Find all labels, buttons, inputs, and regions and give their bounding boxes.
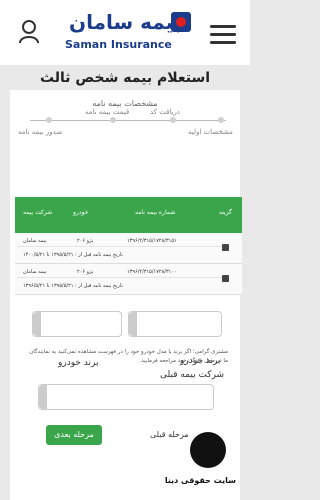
hamburger-menu-icon[interactable] [210, 25, 236, 44]
row-vehicle: پژو ۲۰۶ [77, 269, 94, 275]
select-dropdown-tab [129, 312, 137, 336]
watermark-text: سایت حقوقی دینا [164, 476, 236, 485]
row-divider [17, 277, 222, 278]
row-company: بیمه سامان [23, 238, 47, 244]
previous-insurer-select[interactable] [38, 384, 214, 410]
previous-insurer-label: شرکت بیمه قبلی [160, 370, 225, 380]
step-get-code: دریافت کد [150, 108, 181, 116]
step-dot [110, 117, 116, 123]
select-dropdown-tab [33, 312, 41, 336]
next-step-button[interactable]: مرحله بعدی [46, 425, 102, 445]
logo-text-en: Saman Insurance [65, 38, 172, 51]
row-vehicle: پژو ۲۰۶ [77, 238, 94, 244]
row-policy-number: ۱۳۹۶/۲/۳۱۵/۱۷۲۸/۳۱۰۰ [127, 269, 177, 275]
row-checkbox[interactable] [222, 275, 229, 282]
policy-table: گزینه شماره بیمه نامه خودرو شرکت بیمه ۱۳… [15, 197, 242, 295]
step-initial-info: مشخصات اولیه [188, 128, 233, 136]
saman-logo[interactable]: بیمه سامان Saman Insurance [65, 10, 191, 56]
watermark-logo-icon [190, 432, 226, 468]
user-icon[interactable] [18, 20, 40, 44]
row-divider [17, 246, 222, 247]
app-header: بیمه سامان Saman Insurance [0, 0, 250, 65]
logo-text-fa: بیمه سامان [69, 10, 182, 34]
vehicle-brand-select-right[interactable] [128, 311, 222, 337]
step-dot [218, 117, 224, 123]
table-row[interactable]: ۱۳۹۶/۲/۳۱۵/۱۷۲۸/۳۱۵۱ پژو ۲۰۶ بیمه سامان … [15, 233, 242, 264]
steps-title: مشخصات بیمه نامه [92, 99, 158, 108]
site-watermark: سایت حقوقی دینا [164, 432, 236, 494]
header-company: شرکت بیمه [23, 209, 53, 216]
row-company: بیمه سامان [23, 269, 47, 275]
row-policy-number: ۱۳۹۶/۲/۳۱۵/۱۷۲۸/۳۱۵۱ [127, 238, 177, 244]
brand-notice: مشتری گرامی؛ اگر برند یا مدل خودرو خود ر… [29, 349, 228, 364]
step-price: قیمت بیمه نامه [85, 108, 130, 116]
vehicle-brand-select-left[interactable] [32, 311, 122, 337]
table-header: گزینه شماره بیمه نامه خودرو شرکت بیمه [15, 197, 242, 233]
row-date: تاریخ بیمه نامه قبل از : ۱۳۹۵/۵/۲۱ تا ۱۳… [23, 283, 123, 289]
row-checkbox[interactable] [222, 244, 229, 251]
header-choose: گزینه [219, 209, 232, 216]
page-title: استعلام بیمه شخص ثالث [39, 70, 211, 86]
header-vehicle: خودرو [73, 209, 89, 216]
step-issue: صدور بیمه نامه [18, 128, 63, 136]
steps-line [30, 120, 226, 121]
table-row[interactable]: ۱۳۹۶/۲/۳۱۵/۱۷۲۸/۳۱۰۰ پژو ۲۰۶ بیمه سامان … [15, 264, 242, 295]
header-policy-number: شماره بیمه نامه [135, 209, 176, 216]
step-dot [46, 117, 52, 123]
logo-mark-icon [171, 12, 191, 32]
select-dropdown-tab [39, 385, 47, 409]
row-date: تاریخ بیمه نامه قبل از : ۱۳۹۵/۵/۲۱ تا ۱۴… [23, 252, 123, 258]
step-dot [170, 117, 176, 123]
